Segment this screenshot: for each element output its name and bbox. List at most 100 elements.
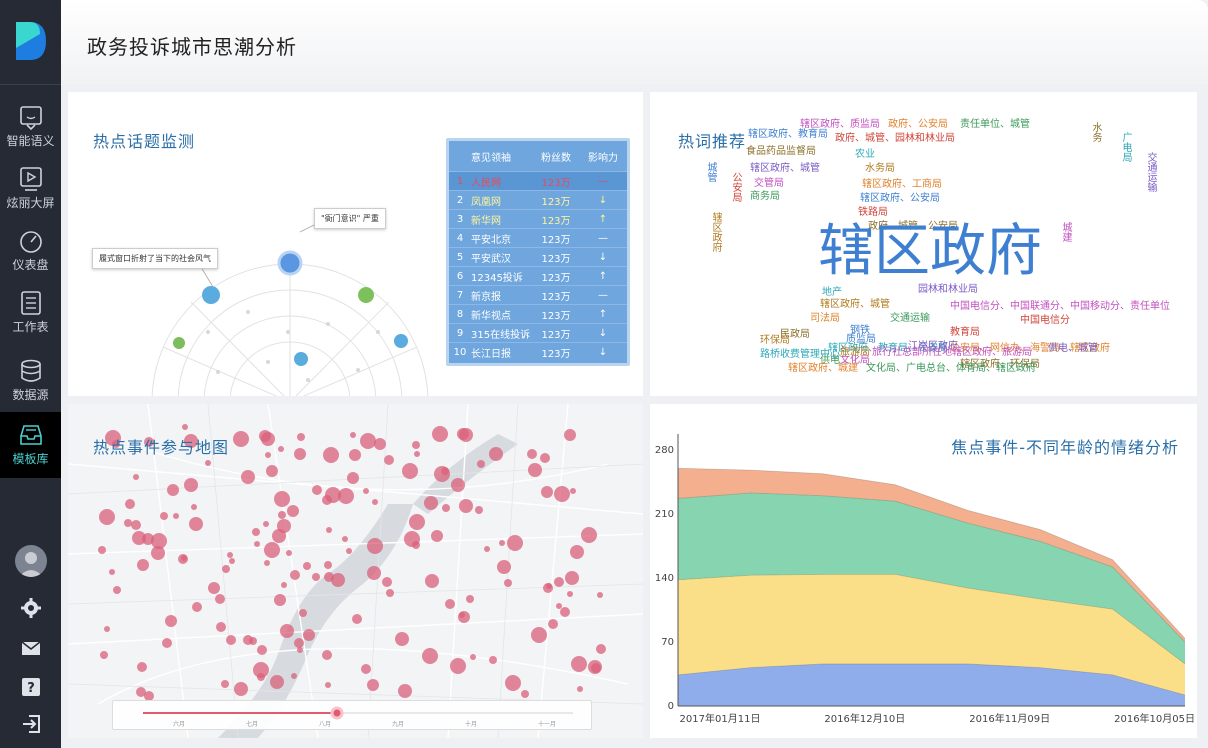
event-dot[interactable] [476,459,485,468]
table-row[interactable]: 6 12345投诉 123万 ↑ [449,266,627,285]
table-row[interactable]: 4 平安北京 123万 — [449,228,627,247]
word-cloud-term[interactable]: 环保局 [760,336,790,346]
event-dot[interactable] [251,528,260,537]
event-dot[interactable] [256,673,265,682]
word-cloud-term[interactable]: 水务局 [865,164,895,174]
event-dot[interactable] [553,485,570,502]
event-dot[interactable] [338,487,355,504]
event-dot[interactable] [98,545,106,554]
word-cloud-term[interactable]: 旅游局 [840,348,870,358]
event-dot[interactable] [99,651,108,660]
event-dot[interactable] [548,618,559,629]
word-cloud-term[interactable]: 教育局 [950,328,980,338]
word-cloud-term[interactable]: 辖区政府、工商局 [862,180,942,190]
logout-icon[interactable] [20,713,42,735]
event-dot[interactable] [124,499,135,510]
word-cloud-term[interactable]: 司法局 [810,314,840,324]
event-dot[interactable] [445,598,456,609]
event-dot[interactable] [469,653,476,660]
table-row[interactable]: 1 人民网 123万 — [449,171,627,190]
word-cloud-term[interactable]: 地产 [822,288,842,298]
word-cloud-term[interactable]: 文化局、广电总台、体育局、辖区政府 [866,364,1036,374]
event-dot[interactable] [257,644,268,655]
event-dot[interactable] [488,655,497,664]
help-icon[interactable]: ? [20,676,42,698]
event-dot[interactable] [520,689,529,698]
event-dot[interactable] [324,682,331,689]
word-cloud-term[interactable]: 公安局 [730,172,741,202]
event-dot[interactable] [324,560,333,569]
event-dot[interactable] [411,540,420,549]
table-row[interactable]: 2 凤凰网 123万 ↓ [449,190,627,209]
event-dot[interactable] [137,558,150,571]
event-dot[interactable] [261,431,276,446]
word-cloud-top-term[interactable]: 辖区政府 [818,224,1042,280]
event-dot[interactable] [188,516,203,531]
word-cloud-term[interactable]: 农业 [855,150,875,160]
word-cloud-term[interactable]: 供电、城管 [1048,344,1098,354]
avatar[interactable] [15,545,47,577]
event-dot[interactable] [576,685,583,692]
sidebar-item-big-screen[interactable]: 炫丽大屏 [0,156,61,218]
event-dot[interactable] [411,440,420,449]
event-dot[interactable] [123,518,132,527]
event-dot[interactable] [191,503,198,510]
word-cloud-term[interactable]: 辖区政府、城管 [750,164,820,174]
event-dot[interactable] [263,542,280,559]
word-cloud-term[interactable]: 责任单位、城管 [960,120,1030,130]
event-dot[interactable] [298,609,307,618]
event-dot[interactable] [280,623,295,638]
event-dot[interactable] [277,510,286,519]
event-dot[interactable] [271,528,286,543]
word-cloud-term[interactable]: 食品药品监督局 [746,147,816,157]
event-dot[interactable] [346,471,359,484]
event-dot[interactable] [408,514,425,531]
event-dot[interactable] [296,432,305,441]
event-dot[interactable] [220,680,229,689]
event-dot[interactable] [539,452,550,463]
table-row[interactable]: 3 新华网 123万 ↑ [449,209,627,228]
word-cloud-term[interactable]: 交通运输 [1145,152,1156,192]
word-cloud-term[interactable]: 辖区政府、教育局 [748,130,828,140]
event-dot[interactable] [373,438,386,451]
event-dot[interactable] [108,569,115,576]
event-dot[interactable] [130,520,141,531]
event-dot[interactable] [302,628,315,641]
table-row[interactable]: 10 长江日报 123万 ↓ [449,342,627,361]
event-dot[interactable] [488,446,503,461]
word-cloud-term[interactable]: 路桥收费管理中心 [760,350,840,360]
event-dot[interactable] [570,656,587,673]
word-cloud-term[interactable]: 城建 [1060,222,1071,242]
event-dot[interactable] [228,558,235,565]
word-cloud-term[interactable]: 交通运输 [890,314,930,324]
word-cloud-term[interactable]: 铁路局 [858,208,888,218]
word-cloud-term[interactable]: 辖区政府、城管 [820,300,890,310]
word-cloud-term[interactable]: 园林和林业局 [918,285,978,295]
event-dot[interactable] [287,504,299,517]
word-cloud-term[interactable]: 辖区政府、公安局 [860,194,940,204]
event-dot[interactable] [183,478,198,493]
event-dot[interactable] [341,535,348,542]
word-cloud-term[interactable]: 辖区政府 [710,212,721,252]
event-dot[interactable] [401,462,418,479]
sidebar-item-worksheet[interactable]: 工作表 [0,280,61,342]
word-cloud-term[interactable]: 旅行社总部所在地辖区政府、旅游局 [872,348,1032,358]
event-dot[interactable] [173,512,180,519]
event-dot[interactable] [413,450,420,457]
sidebar-item-datasource[interactable]: 数据源 [0,348,61,410]
event-dot[interactable] [351,613,362,624]
sidebar-item-template-library[interactable]: 模板库 [0,412,61,478]
event-dot[interactable] [297,647,304,654]
event-dot[interactable] [483,545,490,552]
sidebar-item-smart-semantic[interactable]: 智能语义 [0,94,61,156]
event-dot[interactable] [263,520,270,527]
word-cloud-term[interactable]: 水务 [1090,122,1101,142]
word-cloud-term[interactable]: 交管局 [754,179,784,189]
event-dot[interactable] [311,572,320,581]
event-dot[interactable] [303,561,312,570]
event-dot[interactable] [216,621,227,632]
table-row[interactable]: 7 新京报 123万 — [449,285,627,304]
mail-icon[interactable] [20,637,42,659]
event-dot[interactable] [290,673,297,680]
event-dot[interactable] [434,465,450,482]
